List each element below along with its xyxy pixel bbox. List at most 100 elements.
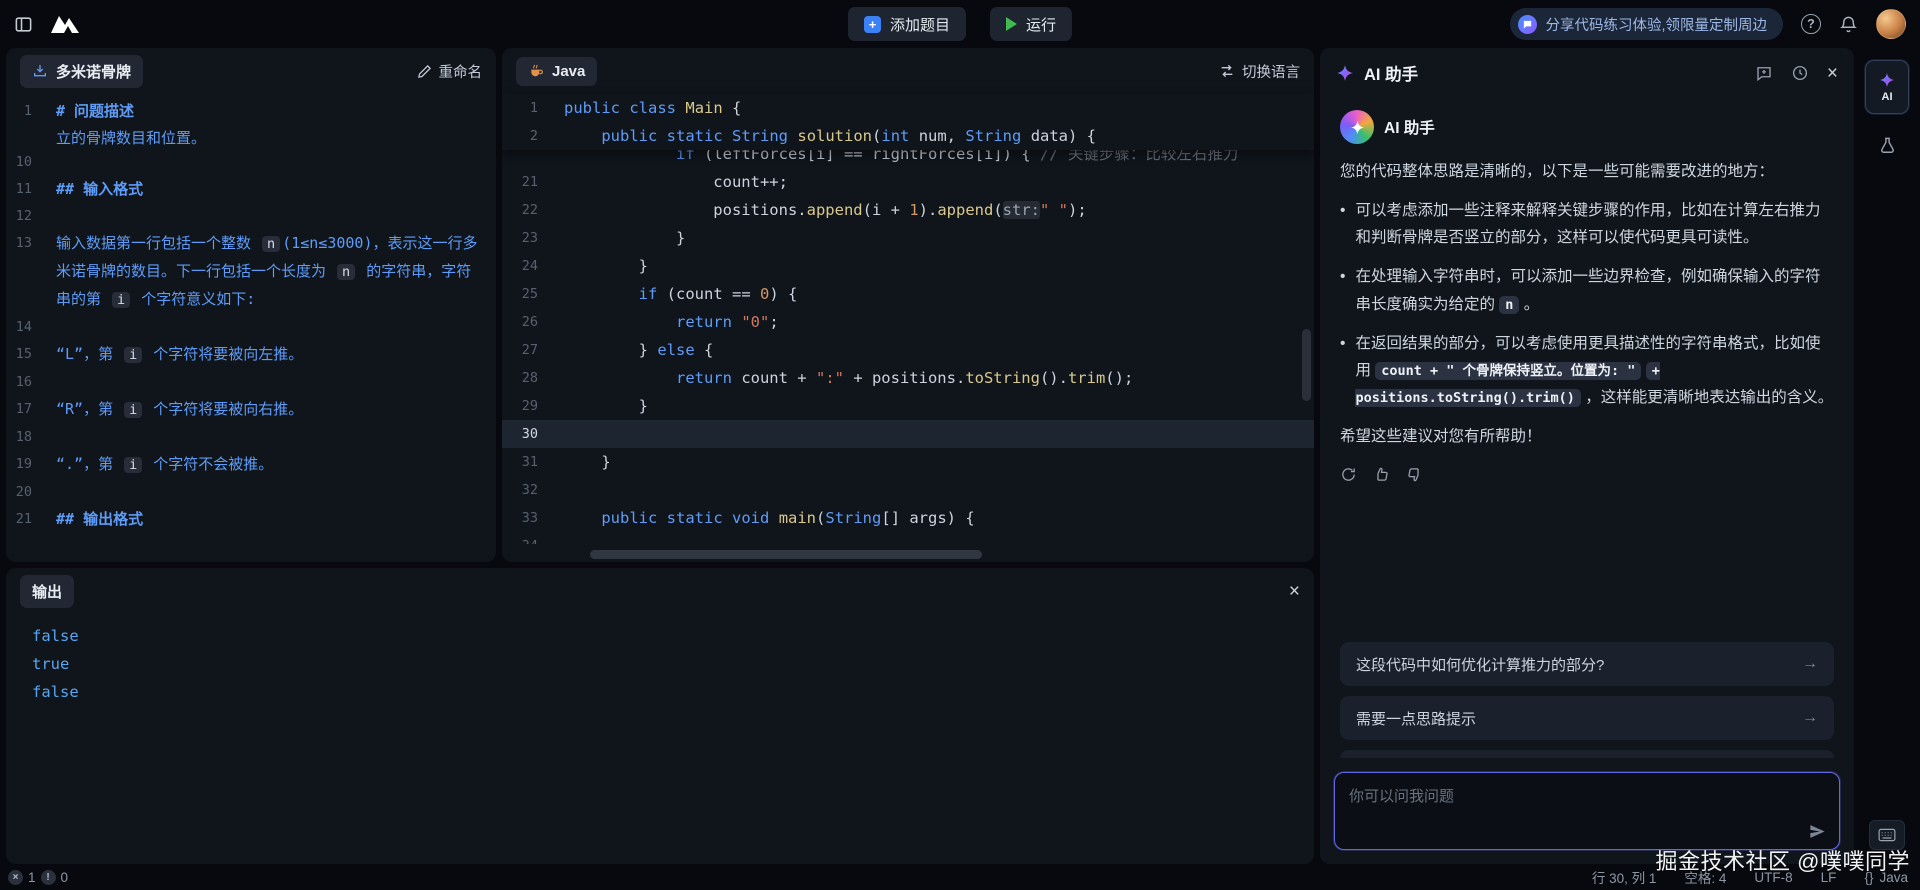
code-line[interactable]: 26 return "0"; (502, 308, 1314, 336)
user-avatar[interactable] (1876, 9, 1906, 39)
problem-line[interactable]: 19“.”，第 i 个字符不会被推。 (6, 451, 496, 479)
promo-icon (1518, 15, 1537, 34)
ai-close-icon[interactable]: × (1827, 64, 1838, 83)
language-mode[interactable]: {} Java (1864, 870, 1908, 885)
promo-banner[interactable]: 分享代码练习体验,领限量定制周边 (1510, 8, 1783, 40)
flask-icon[interactable] (1878, 136, 1897, 155)
editor-clip: if (leftForces[i] == rightForces[i]) { /… (502, 150, 1314, 168)
output-lines: falsetruefalse (6, 614, 1314, 864)
code-line[interactable]: 31 } (502, 448, 1314, 476)
keyboard-icon[interactable] (1869, 820, 1905, 850)
line-number: 1 (502, 94, 564, 122)
inline-code: i (124, 347, 142, 363)
output-panel-header: 输出 × (6, 568, 1314, 614)
line-number (6, 125, 56, 149)
problem-line[interactable]: 1# 问题描述 (6, 98, 496, 125)
ai-assistant-toggle[interactable]: AI (1865, 60, 1909, 114)
line-text: } else { (564, 336, 1314, 364)
code-line[interactable]: 21 count++; (502, 168, 1314, 196)
language-chip[interactable]: Java (516, 57, 597, 86)
line-number: 15 (6, 341, 56, 369)
encoding[interactable]: UTF-8 (1754, 870, 1792, 885)
line-number: 18 (6, 424, 56, 451)
line-number: 34 (502, 532, 564, 544)
add-problem-label: 添加题目 (890, 14, 950, 35)
send-icon[interactable] (1808, 822, 1827, 841)
regenerate-icon[interactable] (1340, 466, 1357, 483)
code-line[interactable]: 24 } (502, 252, 1314, 280)
error-circle-icon: × (8, 870, 23, 885)
code-line[interactable]: 27 } else { (502, 336, 1314, 364)
problem-line[interactable]: 10 (6, 149, 496, 176)
help-icon[interactable]: ? (1801, 14, 1821, 34)
ai-bullet: •可以考虑添加一些注释来解释关键步骤的作用，比如在计算左右推力和判断骨牌是否竖立… (1340, 197, 1834, 251)
code-line[interactable]: 23 } (502, 224, 1314, 252)
ai-input[interactable] (1335, 773, 1839, 849)
rename-button[interactable]: 重命名 (417, 61, 483, 82)
right-toolbar: AI (1860, 48, 1914, 864)
code-line[interactable]: 32 (502, 476, 1314, 504)
inline-code: i (124, 402, 142, 418)
code-line-sticky[interactable]: 1public class Main { (502, 94, 1314, 122)
problem-line[interactable]: 20 (6, 479, 496, 506)
line-text: } (564, 448, 1314, 476)
suggestion-pill[interactable]: 这段代码中如何优化计算推力的部分?→ (1340, 642, 1834, 686)
add-problem-button[interactable]: + 添加题目 (848, 7, 966, 41)
line-text: if (leftForces[i] == rightForces[i]) { /… (564, 150, 1314, 168)
cursor-position[interactable]: 行 30, 列 1 (1592, 867, 1657, 887)
problem-line[interactable]: 21## 输出格式 (6, 506, 496, 533)
line-text: “R”，第 i 个字符将要被向右推。 (56, 396, 496, 424)
problem-line[interactable]: 15“L”，第 i 个字符将要被向左推。 (6, 341, 496, 369)
problem-title-chip[interactable]: 多米诺骨牌 (20, 55, 143, 88)
suggestion-pill[interactable]: 需要一点思路提示→ (1340, 696, 1834, 740)
indent-setting[interactable]: 空格: 4 (1684, 867, 1726, 887)
code-line-clipped[interactable]: if (leftForces[i] == rightForces[i]) { /… (502, 150, 1314, 168)
arrow-right-icon: → (1802, 655, 1818, 673)
line-number: 33 (502, 504, 564, 532)
code-line[interactable]: 29 } (502, 392, 1314, 420)
history-icon[interactable] (1791, 64, 1809, 82)
suggestion-pill-partial[interactable] (1340, 750, 1834, 758)
problem-line[interactable]: 16 (6, 369, 496, 396)
problems-badge[interactable]: × 1 ! 0 (8, 870, 68, 885)
new-chat-icon[interactable] (1755, 64, 1773, 82)
line-text: } (564, 392, 1314, 420)
thumbs-down-icon[interactable] (1406, 466, 1423, 483)
ai-closing-text: 希望这些建议对您有所帮助！ (1340, 423, 1834, 450)
code-line[interactable]: 30 (502, 420, 1314, 448)
problem-line[interactable]: 13输入数据第一行包括一个整数 n(1≤n≤3000)，表示这一行多米诺骨牌的数… (6, 230, 496, 314)
sidebar-toggle-icon[interactable] (14, 15, 33, 34)
code-line[interactable]: 22 positions.append(i + 1).append(str:" … (502, 196, 1314, 224)
top-row: 多米诺骨牌 重命名 1# 问题描述立的骨牌数目和位置。1011## 输入格式12… (6, 48, 1314, 562)
output-close-icon[interactable]: × (1289, 582, 1300, 601)
code-line[interactable]: 33 public static void main(String[] args… (502, 504, 1314, 532)
problem-line[interactable]: 11## 输入格式 (6, 176, 496, 203)
status-right: 行 30, 列 1 空格: 4 UTF-8 LF {} Java (1592, 867, 1908, 887)
problem-line[interactable]: 立的骨牌数目和位置。 (6, 125, 496, 149)
problem-line[interactable]: 17“R”，第 i 个字符将要被向右推。 (6, 396, 496, 424)
code-line[interactable]: 28 return count + ":" + positions.toStri… (502, 364, 1314, 392)
code-line-sticky[interactable]: 2 public static String solution(int num,… (502, 122, 1314, 150)
app-logo (49, 13, 81, 35)
code-line[interactable]: 25 if (count == 0) { (502, 280, 1314, 308)
vertical-scrollbar[interactable] (1302, 329, 1311, 401)
line-number: 17 (6, 396, 56, 424)
problem-line[interactable]: 14 (6, 314, 496, 341)
problem-line[interactable]: 18 (6, 424, 496, 451)
ai-suggestions: 这段代码中如何优化计算推力的部分?→ 需要一点思路提示→ (1340, 642, 1834, 762)
code-line[interactable]: 34 (502, 532, 1314, 544)
line-text: 输入数据第一行包括一个整数 n(1≤n≤3000)，表示这一行多米诺骨牌的数目。… (56, 230, 496, 314)
line-number: 28 (502, 364, 564, 392)
ai-input-box[interactable] (1334, 772, 1840, 850)
ai-tool-label: AI (1882, 91, 1893, 103)
notification-bell-icon[interactable] (1839, 15, 1858, 34)
horizontal-scrollbar[interactable] (590, 550, 982, 559)
bullet-marker: • (1340, 330, 1345, 411)
problem-line[interactable]: 12 (6, 203, 496, 230)
thumbs-up-icon[interactable] (1373, 466, 1390, 483)
editor-body[interactable]: 1public class Main {2 public static Stri… (502, 94, 1314, 562)
run-button[interactable]: 运行 (990, 7, 1072, 41)
eol-setting[interactable]: LF (1821, 870, 1837, 885)
switch-language-button[interactable]: 切换语言 (1219, 61, 1300, 82)
ai-bullet: •在处理输入字符串时，可以添加一些边界检查，例如确保输入的字符串长度确实为给定的… (1340, 263, 1834, 317)
